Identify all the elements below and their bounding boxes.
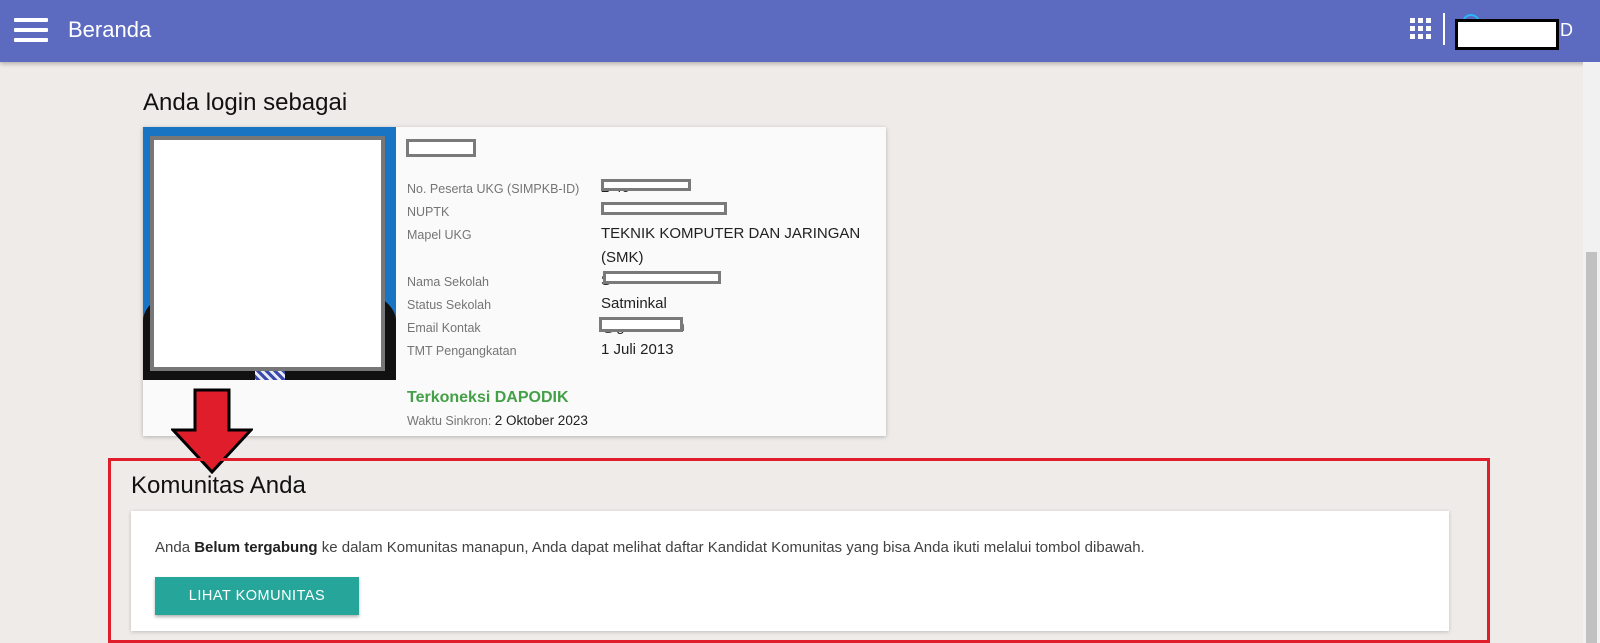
profile-card: S No. Peserta UKG (SIMPKB-ID) 2 49 NUPTK… [143, 127, 886, 436]
sekolah-redaction [603, 271, 721, 284]
komunitas-message: Anda Belum tergabung ke dalam Komunitas … [155, 539, 1145, 556]
field-label-peserta: No. Peserta UKG (SIMPKB-ID) [407, 182, 580, 196]
top-app-bar: Beranda D [0, 0, 1600, 62]
topbar-divider [1443, 13, 1445, 45]
user-account-redacted[interactable] [1455, 19, 1559, 50]
user-initial: D [1560, 20, 1573, 40]
hamburger-menu-icon[interactable] [14, 17, 48, 43]
sync-value: 2 Oktober 2023 [494, 413, 588, 428]
komunitas-text-end: ke dalam Komunitas manapun, Anda dapat m… [317, 539, 1145, 556]
name-redaction [406, 139, 476, 157]
apps-grid-icon[interactable] [1410, 18, 1432, 40]
field-label-email: Email Kontak [407, 321, 481, 335]
komunitas-card: Anda Belum tergabung ke dalam Komunitas … [131, 511, 1449, 631]
field-label-status: Status Sekolah [407, 298, 492, 312]
login-section-heading: Anda login sebagai [143, 89, 348, 116]
nuptk-redaction [601, 202, 727, 215]
komunitas-text-bold: Belum tergabung [194, 539, 318, 556]
page-scrollbar[interactable] [1583, 62, 1600, 643]
field-value-mapel: TEKNIK KOMPUTER DAN JARINGAN (SMK) [601, 225, 861, 266]
dapodik-status: Terkoneksi DAPODIK [407, 389, 569, 406]
scrollbar-thumb[interactable] [1586, 252, 1597, 643]
field-label-nuptk: NUPTK [407, 205, 450, 219]
peserta-redaction [601, 179, 691, 191]
komunitas-text-start: Anda [155, 539, 195, 556]
field-label-tmt: TMT Pengangkatan [407, 344, 517, 358]
page-title: Beranda [68, 17, 152, 42]
field-value-status: Satminkal [601, 295, 667, 312]
field-label-sekolah: Nama Sekolah [407, 275, 489, 289]
field-value-tmt: 1 Juli 2013 [601, 341, 674, 358]
sync-label: Waktu Sinkron: [407, 414, 492, 428]
field-label-mapel: Mapel UKG [407, 228, 472, 242]
email-redaction [599, 317, 683, 332]
lihat-komunitas-button[interactable]: LIHAT KOMUNITAS [155, 577, 359, 615]
profile-photo [143, 127, 396, 380]
photo-redaction [150, 136, 385, 371]
komunitas-section-heading: Komunitas Anda [131, 472, 306, 499]
sync-time: Waktu Sinkron: 2 Oktober 2023 [407, 413, 588, 428]
